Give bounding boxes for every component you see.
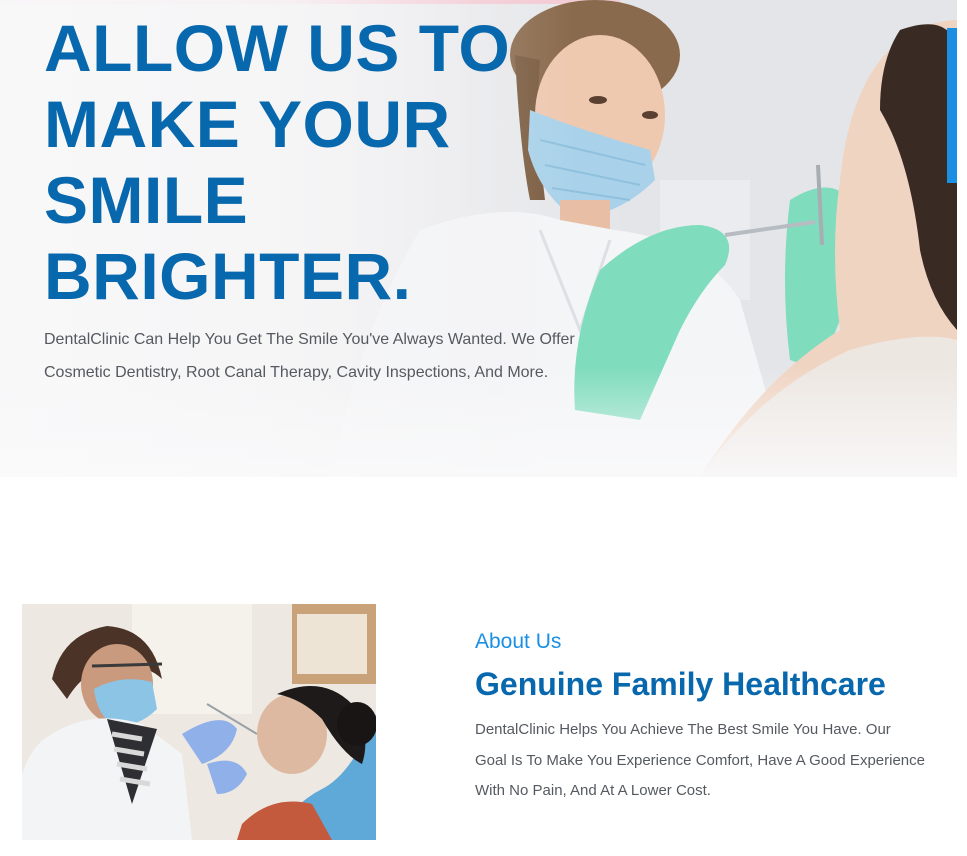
about-image-illustration xyxy=(22,604,376,840)
side-accent-bar xyxy=(947,28,957,183)
hero-title-line: ALLOW US TO xyxy=(44,11,511,85)
about-label: About Us xyxy=(475,630,562,653)
about-image xyxy=(22,604,376,840)
hero-title-line: SMILE xyxy=(44,163,249,237)
about-description: DentalClinic Helps You Achieve The Best … xyxy=(475,721,925,799)
hero-title-line: MAKE YOUR xyxy=(44,87,451,161)
hero-subtitle: DentalClinic Can Help You Get The Smile … xyxy=(44,331,575,381)
page: ALLOW US TO MAKE YOUR SMILE BRIGHTER. De… xyxy=(0,0,967,856)
hero-title: ALLOW US TO MAKE YOUR SMILE BRIGHTER. xyxy=(44,10,564,314)
hero-section: ALLOW US TO MAKE YOUR SMILE BRIGHTER. De… xyxy=(0,0,957,477)
hero-title-line: BRIGHTER. xyxy=(44,239,412,313)
about-title: Genuine Family Healthcare xyxy=(475,666,886,702)
